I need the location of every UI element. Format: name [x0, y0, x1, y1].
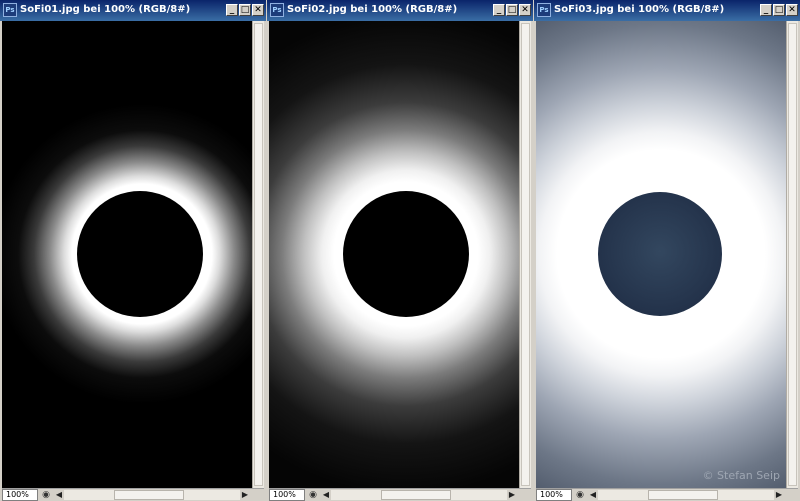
resize-corner[interactable]: [252, 489, 264, 501]
window-title-bar[interactable]: Ps SoFi02.jpg bei 100% (RGB/8#) _ □ ✕: [267, 0, 533, 21]
navigator-icon[interactable]: ◉: [40, 489, 52, 501]
photoshop-icon: Ps: [270, 3, 284, 17]
zoom-level-field[interactable]: 100%: [2, 489, 38, 501]
horizontal-scrollbar[interactable]: [64, 490, 240, 500]
image-canvas[interactable]: [2, 21, 252, 488]
minimize-icon[interactable]: _: [226, 4, 238, 16]
status-bar: 100% ◉ ◀ ▶: [2, 488, 264, 501]
scroll-thumb[interactable]: [254, 23, 263, 486]
window-title: SoFi03.jpg bei 100% (RGB/8#): [554, 4, 725, 15]
zoom-level-field[interactable]: 100%: [536, 489, 572, 501]
zoom-level-field[interactable]: 100%: [269, 489, 305, 501]
vertical-scrollbar[interactable]: [252, 21, 264, 488]
scroll-left-icon[interactable]: ◀: [321, 489, 331, 501]
scroll-thumb[interactable]: [788, 23, 797, 486]
window-title-bar[interactable]: Ps SoFi03.jpg bei 100% (RGB/8#) _ □ ✕: [534, 0, 800, 21]
scroll-thumb[interactable]: [648, 490, 718, 500]
resize-corner[interactable]: [519, 489, 531, 501]
eclipse-moon-disc: [77, 191, 203, 317]
scroll-right-icon[interactable]: ▶: [240, 489, 250, 501]
window-title: SoFi01.jpg bei 100% (RGB/8#): [20, 4, 191, 15]
navigator-icon[interactable]: ◉: [307, 489, 319, 501]
scroll-thumb[interactable]: [114, 490, 184, 500]
document-window-3[interactable]: Ps SoFi03.jpg bei 100% (RGB/8#) _ □ ✕ © …: [534, 0, 800, 501]
scroll-left-icon[interactable]: ◀: [588, 489, 598, 501]
document-window-2[interactable]: Ps SoFi02.jpg bei 100% (RGB/8#) _ □ ✕ 10…: [267, 0, 533, 501]
minimize-icon[interactable]: _: [760, 4, 772, 16]
close-icon[interactable]: ✕: [252, 4, 264, 16]
close-icon[interactable]: ✕: [786, 4, 798, 16]
status-bar: 100% ◉ ◀ ▶: [269, 488, 531, 501]
scroll-right-icon[interactable]: ▶: [507, 489, 517, 501]
minimize-icon[interactable]: _: [493, 4, 505, 16]
eclipse-moon-disc: [343, 191, 469, 317]
document-window-1[interactable]: Ps SoFi01.jpg bei 100% (RGB/8#) _ □ ✕ 10…: [0, 0, 266, 501]
horizontal-scrollbar[interactable]: [598, 490, 774, 500]
scroll-thumb[interactable]: [381, 490, 451, 500]
scroll-right-icon[interactable]: ▶: [774, 489, 784, 501]
status-bar: 100% ◉ ◀ ▶: [536, 488, 798, 501]
copyright-watermark: © Stefan Seip: [702, 469, 780, 482]
image-canvas[interactable]: [269, 21, 519, 488]
eclipse-moon-disc: [598, 192, 722, 316]
vertical-scrollbar[interactable]: [519, 21, 531, 488]
photoshop-icon: Ps: [537, 3, 551, 17]
window-title: SoFi02.jpg bei 100% (RGB/8#): [287, 4, 458, 15]
vertical-scrollbar[interactable]: [786, 21, 798, 488]
scroll-left-icon[interactable]: ◀: [54, 489, 64, 501]
maximize-icon[interactable]: □: [239, 4, 251, 16]
close-icon[interactable]: ✕: [519, 4, 531, 16]
window-title-bar[interactable]: Ps SoFi01.jpg bei 100% (RGB/8#) _ □ ✕: [0, 0, 266, 21]
scroll-thumb[interactable]: [521, 23, 530, 486]
photoshop-icon: Ps: [3, 3, 17, 17]
resize-corner[interactable]: [786, 489, 798, 501]
image-canvas[interactable]: © Stefan Seip: [536, 21, 786, 488]
horizontal-scrollbar[interactable]: [331, 490, 507, 500]
navigator-icon[interactable]: ◉: [574, 489, 586, 501]
maximize-icon[interactable]: □: [773, 4, 785, 16]
maximize-icon[interactable]: □: [506, 4, 518, 16]
